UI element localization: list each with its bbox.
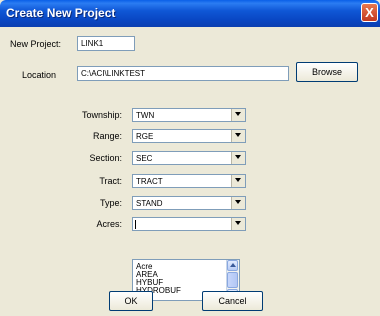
- acres-label: Acres:: [96, 219, 122, 229]
- text-caret: [135, 220, 136, 229]
- section-value: SEC: [136, 154, 153, 163]
- type-select[interactable]: STAND: [132, 196, 246, 210]
- dropdown-arrow-icon[interactable]: [231, 218, 245, 230]
- scroll-up-icon[interactable]: [227, 260, 238, 271]
- township-label: Township:: [81, 110, 122, 120]
- cancel-button[interactable]: Cancel: [202, 291, 263, 311]
- section-select[interactable]: SEC: [132, 151, 246, 165]
- tract-label: Tract:: [99, 176, 122, 186]
- dropdown-arrow-icon[interactable]: [231, 109, 245, 121]
- township-value: TWN: [136, 111, 155, 120]
- acres-select[interactable]: [132, 217, 246, 231]
- new-project-label: New Project:: [10, 39, 62, 49]
- range-label: Range:: [92, 131, 122, 141]
- scroll-thumb[interactable]: [227, 272, 238, 288]
- ok-button[interactable]: OK: [109, 291, 153, 311]
- type-label: Type:: [99, 198, 122, 208]
- range-value: RGE: [136, 132, 154, 141]
- location-input[interactable]: C:\ACI\LINKTEST: [77, 66, 289, 81]
- location-label: Location: [22, 70, 57, 80]
- dropdown-arrow-icon[interactable]: [231, 175, 245, 187]
- section-label: Section:: [89, 153, 122, 163]
- type-value: STAND: [136, 199, 163, 208]
- close-icon: X: [365, 5, 374, 20]
- browse-button[interactable]: Browse: [296, 62, 358, 82]
- dropdown-arrow-icon[interactable]: [231, 152, 245, 164]
- township-select[interactable]: TWN: [132, 108, 246, 122]
- range-select[interactable]: RGE: [132, 129, 246, 143]
- close-button[interactable]: X: [361, 3, 378, 22]
- dropdown-arrow-icon[interactable]: [231, 197, 245, 209]
- new-project-input[interactable]: LINK1: [77, 36, 135, 51]
- title-bar: Create New Project X: [0, 0, 380, 27]
- tract-value: TRACT: [136, 177, 163, 186]
- dropdown-arrow-icon[interactable]: [231, 130, 245, 142]
- window-title: Create New Project: [6, 6, 116, 20]
- tract-select[interactable]: TRACT: [132, 174, 246, 188]
